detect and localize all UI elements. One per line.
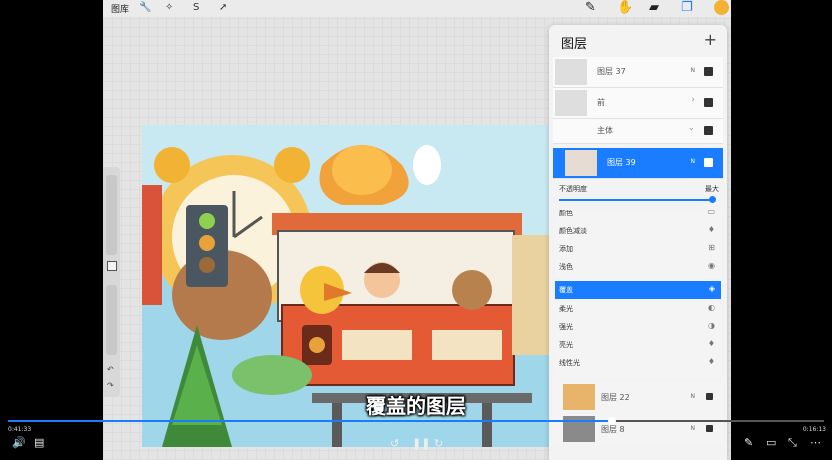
blend-mode-item[interactable]: 添加 ⊞: [555, 240, 721, 258]
visibility-checkbox[interactable]: [704, 67, 713, 76]
smudge-icon[interactable]: ✋: [617, 0, 633, 15]
undo-icon[interactable]: ↶: [107, 365, 114, 374]
move-arrow-icon[interactable]: ➚: [219, 2, 227, 13]
modify-button[interactable]: [107, 261, 117, 271]
brush-sidebar: ↶ ↷: [103, 167, 120, 397]
edit-icon[interactable]: ✎: [744, 436, 753, 449]
layer-name: 前: [597, 98, 605, 107]
captions-icon[interactable]: ▤: [34, 436, 44, 449]
layer-thumbnail: [555, 59, 587, 85]
opacity-slider[interactable]: [106, 285, 117, 355]
blend-mode-item[interactable]: 线性光 ♦: [555, 354, 721, 372]
layer-group-row[interactable]: 主体 ⌄: [553, 119, 723, 144]
blend-mode-item[interactable]: 浅色 ◉: [555, 258, 721, 276]
total-duration: 0:16:13: [802, 426, 826, 433]
layer-group-row[interactable]: 前 ›: [553, 88, 723, 119]
slider-knob[interactable]: [709, 196, 716, 203]
vivid-light-icon: ♦: [707, 339, 715, 348]
layers-panel-title: 图层: [561, 37, 588, 52]
hard-light-icon: ◑: [708, 321, 715, 330]
overlay-icon: ◈: [708, 284, 715, 293]
layer-row-selected[interactable]: 图层 39 N: [553, 148, 723, 179]
visibility-checkbox[interactable]: [704, 98, 713, 107]
layer-name: 图层 8: [601, 425, 625, 434]
blend-mode-item-selected[interactable]: 覆盖 ◈: [555, 281, 721, 299]
layer-name: 主体: [597, 126, 613, 135]
opacity-value: 最大: [705, 185, 719, 193]
layer-name: 图层 37: [597, 67, 626, 76]
opacity-label: 不透明度: [559, 185, 587, 193]
blend-mode-indicator[interactable]: N: [691, 425, 696, 432]
blend-mode-item[interactable]: 颜色减淡 ♦: [555, 222, 721, 240]
pip-icon[interactable]: ▭: [766, 436, 776, 449]
blend-mode-list[interactable]: 颜色 ▭ 颜色减淡 ♦ 添加 ⊞ 浅色 ◉ 覆盖 ◈ 柔光 ◐ 强光 ◑ 亮光 ♦ 线性光 ♦: [555, 210, 721, 378]
blend-mode-item[interactable]: 强光 ◑: [555, 318, 721, 336]
more-icon[interactable]: ⋯: [810, 436, 821, 449]
forward-icon[interactable]: ↻: [434, 437, 443, 450]
dodge-icon: ♦: [707, 225, 715, 234]
color-swatch[interactable]: [714, 0, 729, 15]
layer-thumbnail: [555, 90, 587, 116]
add-icon: ⊞: [708, 243, 715, 252]
add-layer-button[interactable]: +: [704, 30, 717, 49]
gallery-button[interactable]: 图库: [111, 2, 129, 15]
blend-mode-indicator[interactable]: N: [691, 67, 696, 74]
redo-icon[interactable]: ↷: [107, 381, 114, 390]
layer-row[interactable]: 图层 37 N: [553, 57, 723, 88]
chevron-down-icon[interactable]: ⌄: [687, 123, 695, 133]
opacity-row: 不透明度 最大: [559, 184, 719, 194]
magic-wand-icon[interactable]: ✧: [165, 2, 173, 13]
eraser-icon[interactable]: ▰: [649, 0, 659, 15]
brush-size-slider[interactable]: [106, 175, 117, 255]
brush-icon[interactable]: ✎: [585, 0, 596, 15]
visibility-checkbox[interactable]: [704, 158, 713, 167]
rewind-icon[interactable]: ↺: [390, 437, 399, 450]
linear-light-icon: ♦: [707, 357, 715, 366]
selection-s-icon[interactable]: S: [193, 2, 199, 13]
layer-name: 图层 39: [607, 158, 636, 167]
fullscreen-exit-icon[interactable]: ⤡: [788, 436, 797, 450]
elapsed-time: 0:41:33: [8, 426, 32, 433]
wrench-icon[interactable]: 🔧: [139, 2, 151, 13]
soft-light-icon: ◐: [708, 303, 715, 312]
visibility-checkbox[interactable]: [706, 425, 713, 432]
pause-icon[interactable]: ❚❚: [412, 437, 430, 450]
opacity-slider[interactable]: [559, 196, 716, 203]
progress-knob[interactable]: [607, 417, 616, 425]
blend-mode-item[interactable]: 颜色 ▭: [555, 210, 721, 222]
lighter-icon: ◉: [708, 261, 715, 270]
top-toolbar: 图库 🔧 ✧ S ➚ ✎ ✋ ▰ ❐: [103, 0, 731, 17]
chevron-right-icon[interactable]: ›: [691, 95, 695, 105]
layers-icon[interactable]: ❐: [681, 0, 693, 15]
color-icon: ▭: [707, 210, 715, 216]
blend-mode-indicator[interactable]: N: [691, 158, 696, 165]
volume-icon[interactable]: 🔊: [12, 436, 26, 449]
progress-fill: [8, 420, 612, 422]
layer-thumbnail: [565, 150, 597, 176]
video-subtitle: 覆盖的图层: [366, 394, 466, 418]
video-progress-bar[interactable]: [8, 417, 824, 425]
visibility-checkbox[interactable]: [704, 126, 713, 135]
blend-mode-item[interactable]: 柔光 ◐: [555, 300, 721, 318]
blend-mode-item[interactable]: 亮光 ♦: [555, 336, 721, 354]
